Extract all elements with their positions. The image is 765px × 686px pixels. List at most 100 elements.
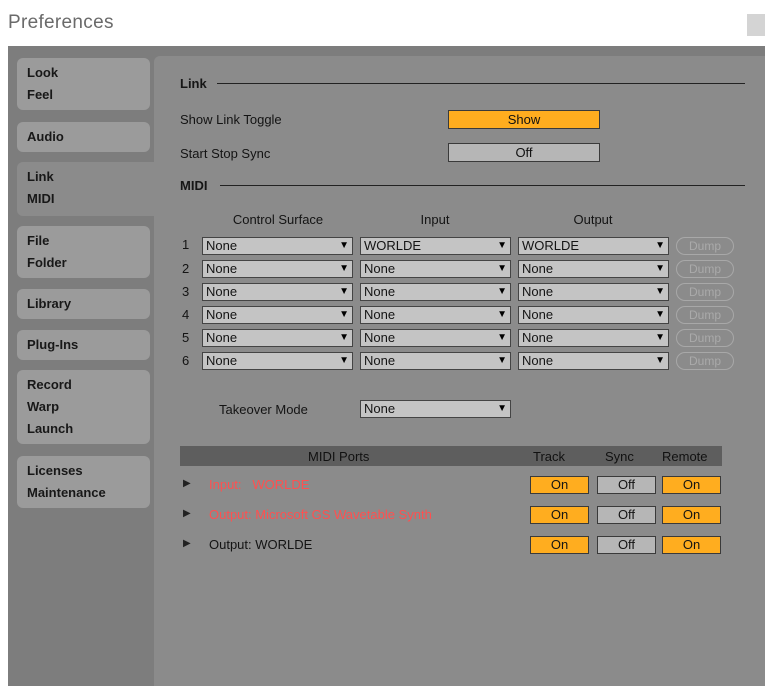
output-select[interactable]: None ▼	[518, 329, 669, 347]
sync-column-header: Sync	[605, 449, 634, 464]
input-select[interactable]: WORLDE ▼	[360, 237, 511, 255]
chevron-down-icon: ▼	[497, 309, 507, 320]
dump-button[interactable]: Dump	[676, 283, 734, 301]
tab-label-line3: Launch	[27, 421, 74, 436]
sync-toggle[interactable]: Off	[597, 536, 656, 554]
dump-button[interactable]: Dump	[676, 352, 734, 370]
dump-button[interactable]: Dump	[676, 329, 734, 347]
tab-label-line1: Library	[27, 296, 72, 311]
control-surface-select[interactable]: None ▼	[202, 352, 353, 370]
chevron-down-icon: ▼	[339, 240, 349, 251]
chevron-down-icon: ▼	[339, 355, 349, 366]
input-select[interactable]: None ▼	[360, 329, 511, 347]
tab-licenses-maintenance[interactable]: Licenses Maintenance	[17, 456, 150, 508]
port-name: Output: WORLDE	[209, 537, 313, 552]
dump-button[interactable]: Dump	[676, 260, 734, 278]
tab-label-line1: Look	[27, 65, 59, 80]
input-select[interactable]: None ▼	[360, 306, 511, 324]
output-select[interactable]: None ▼	[518, 306, 669, 324]
input-select[interactable]: None ▼	[360, 260, 511, 278]
output-select[interactable]: WORLDE ▼	[518, 237, 669, 255]
chevron-down-icon: ▼	[655, 309, 665, 320]
midi-port-row: ▶ Input: WORLDE	[183, 477, 523, 495]
tab-label-line2: Feel	[27, 87, 54, 102]
chevron-down-icon: ▼	[497, 263, 507, 274]
row-number: 5	[182, 330, 190, 345]
chevron-down-icon: ▼	[655, 240, 665, 251]
track-toggle[interactable]: On	[530, 506, 589, 524]
expand-triangle-icon[interactable]: ▶	[183, 478, 191, 489]
chevron-down-icon: ▼	[339, 309, 349, 320]
show-link-toggle-button[interactable]: Show	[448, 110, 600, 129]
tab-label-line1: Audio	[27, 129, 64, 144]
link-section-label: Link	[180, 76, 207, 91]
row-number: 4	[182, 307, 190, 322]
midi-port-row: ▶ Output: WORLDE	[183, 537, 523, 555]
expand-triangle-icon[interactable]: ▶	[183, 538, 191, 549]
output-column-header: Output	[573, 212, 613, 227]
track-toggle[interactable]: On	[530, 536, 589, 554]
input-select[interactable]: None ▼	[360, 352, 511, 370]
show-link-toggle-label: Show Link Toggle	[180, 112, 282, 127]
window-close-button[interactable]	[747, 14, 765, 36]
control-surface-select[interactable]: None ▼	[202, 283, 353, 301]
dump-button[interactable]: Dump	[676, 237, 734, 255]
control-surface-column-header: Control Surface	[232, 212, 324, 227]
control-surface-select[interactable]: None ▼	[202, 237, 353, 255]
output-select[interactable]: None ▼	[518, 352, 669, 370]
tab-audio[interactable]: Audio	[17, 122, 150, 152]
input-select[interactable]: None ▼	[360, 283, 511, 301]
output-select[interactable]: None ▼	[518, 283, 669, 301]
tab-record-warp-launch[interactable]: Record Warp Launch	[17, 370, 150, 444]
dump-button[interactable]: Dump	[676, 306, 734, 324]
input-column-header: Input	[420, 212, 450, 227]
chevron-down-icon: ▼	[655, 286, 665, 297]
tab-label-line1: Link	[27, 169, 54, 184]
takeover-mode-label: Takeover Mode	[219, 402, 308, 417]
chevron-down-icon: ▼	[339, 286, 349, 297]
control-surface-select[interactable]: None ▼	[202, 260, 353, 278]
midi-section-label: MIDI	[180, 178, 208, 193]
chevron-down-icon: ▼	[655, 355, 665, 366]
tab-label-line2: Maintenance	[27, 485, 106, 500]
midi-ports-column-header: MIDI Ports	[308, 449, 370, 464]
chevron-down-icon: ▼	[497, 240, 507, 251]
expand-triangle-icon[interactable]: ▶	[183, 508, 191, 519]
start-stop-sync-button[interactable]: Off	[448, 143, 600, 162]
remote-column-header: Remote	[662, 449, 708, 464]
midi-ports-header: MIDI Ports Track Sync Remote	[180, 446, 722, 466]
chevron-down-icon: ▼	[497, 403, 507, 414]
control-surface-select[interactable]: None ▼	[202, 329, 353, 347]
tab-label-line1: Record	[27, 377, 72, 392]
window-title: Preferences	[8, 12, 114, 33]
tab-look-feel[interactable]: Look Feel	[17, 58, 150, 110]
control-surface-select[interactable]: None ▼	[202, 306, 353, 324]
remote-toggle[interactable]: On	[662, 476, 721, 494]
sync-toggle[interactable]: Off	[597, 506, 656, 524]
remote-toggle[interactable]: On	[662, 506, 721, 524]
tab-file-folder[interactable]: File Folder	[17, 226, 150, 278]
chevron-down-icon: ▼	[497, 286, 507, 297]
takeover-mode-select[interactable]: None ▼	[360, 400, 511, 418]
row-number: 1	[182, 237, 190, 252]
remote-toggle[interactable]: On	[662, 536, 721, 554]
sidebar: Look Feel Audio Link MIDI File Folder Li…	[8, 46, 165, 686]
row-number: 3	[182, 284, 190, 299]
row-number: 2	[182, 261, 190, 276]
track-toggle[interactable]: On	[530, 476, 589, 494]
chevron-down-icon: ▼	[497, 332, 507, 343]
sync-toggle[interactable]: Off	[597, 476, 656, 494]
output-select[interactable]: None ▼	[518, 260, 669, 278]
tab-link-midi[interactable]: Link MIDI	[17, 162, 165, 216]
row-number: 6	[182, 353, 190, 368]
tab-label-line1: File	[27, 233, 50, 248]
chevron-down-icon: ▼	[339, 263, 349, 274]
start-stop-sync-label: Start Stop Sync	[180, 146, 271, 161]
chevron-down-icon: ▼	[497, 355, 507, 366]
port-name: Input: WORLDE	[209, 477, 310, 492]
midi-port-row: ▶ Output: Microsoft GS Wavetable Synth	[183, 507, 523, 525]
tab-label-line2: Warp	[27, 399, 60, 414]
port-name: Output: Microsoft GS Wavetable Synth	[209, 507, 432, 522]
tab-library[interactable]: Library	[17, 289, 150, 319]
tab-plug-ins[interactable]: Plug-Ins	[17, 330, 150, 360]
